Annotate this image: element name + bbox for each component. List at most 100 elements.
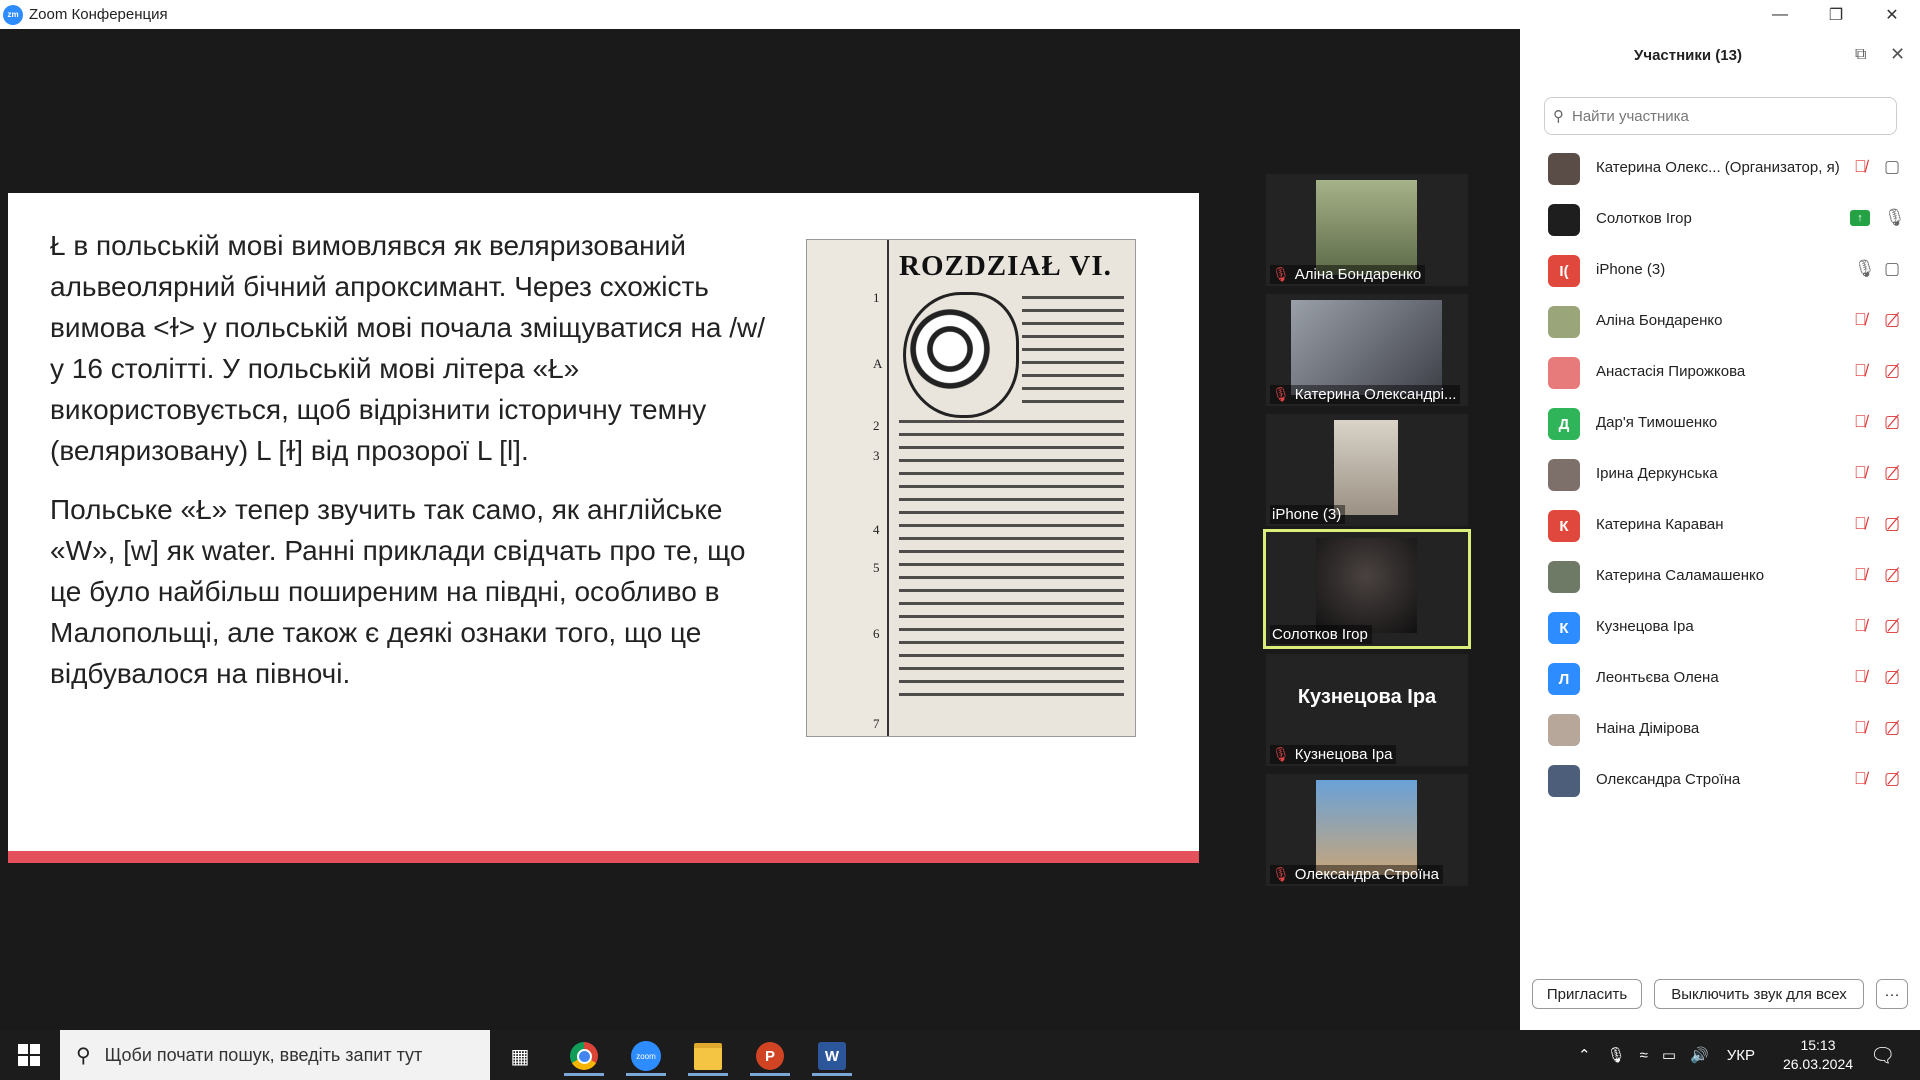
close-icon[interactable]: ✕ — [1864, 0, 1920, 29]
video-tile-active-speaker[interactable]: Солотков Ігор — [1263, 529, 1471, 649]
powerpoint-icon[interactable]: P — [746, 1036, 794, 1076]
video-off-icon[interactable]: ▢̸ — [1884, 616, 1900, 636]
volume-icon[interactable]: 🔊 — [1690, 1046, 1709, 1064]
video-tile[interactable]: iPhone (3) — [1266, 414, 1468, 526]
mic-off-icon[interactable]: 🎙̸ — [1854, 565, 1867, 585]
search-icon: ⚲ — [76, 1044, 91, 1067]
avatar — [1548, 357, 1580, 389]
participant-name: Катерина Саламашенко — [1596, 567, 1765, 584]
taskbar-search[interactable]: ⚲ — [60, 1030, 490, 1080]
clock[interactable]: 15:13 26.03.2024 — [1778, 1036, 1858, 1074]
book-heading: ROZDZIAŁ VI. — [899, 250, 1112, 282]
mic-off-icon: 🎙 — [1272, 866, 1290, 882]
chevron-up-icon[interactable]: ⌃ — [1578, 1046, 1591, 1064]
mic-off-icon[interactable]: 🎙̸ — [1854, 412, 1867, 432]
video-off-icon[interactable]: ▢̸ — [1884, 361, 1900, 381]
file-explorer-icon[interactable] — [684, 1036, 732, 1076]
minimize-icon[interactable]: — — [1752, 0, 1808, 29]
video-off-icon[interactable]: ▢̸ — [1884, 718, 1900, 738]
mic-icon[interactable]: 🎙 — [1884, 208, 1906, 228]
avatar — [1548, 561, 1580, 593]
participant-row[interactable]: I( iPhone (3) 🎙 ▢ — [1520, 245, 1920, 296]
system-tray: ⌃ 🎙 ≈ ▭ 🔊 УКР — [1578, 1030, 1755, 1080]
participant-row[interactable]: Солотков Ігор ↑ 🎙 — [1520, 194, 1920, 245]
video-camera-icon[interactable]: ▢ — [1884, 259, 1900, 279]
video-off-icon[interactable]: ▢̸ — [1884, 412, 1900, 432]
slide-paragraph-2: Польське «Ł» тепер звучить так само, як … — [50, 494, 746, 689]
video-tile[interactable]: 🎙 Катерина Олександрі... — [1266, 294, 1468, 406]
video-camera-icon[interactable]: ▢ — [1884, 157, 1900, 177]
avatar: Л — [1548, 663, 1580, 695]
mic-off-icon: 🎙 — [1272, 746, 1290, 762]
participant-search-input[interactable] — [1570, 106, 1874, 126]
decorated-initial-icon — [903, 292, 1019, 418]
participant-row[interactable]: Д Дар'я Тимошенко 🎙̸ ▢̸ — [1520, 398, 1920, 449]
title-bar: zm Zoom Конференция — ❐ ✕ — [0, 0, 1920, 29]
mic-off-icon[interactable]: 🎙̸ — [1854, 667, 1867, 687]
slide-paragraph-1: Ł в польській мові вимовлявся як веляриз… — [50, 230, 766, 466]
slide-accent-bar — [8, 851, 1199, 863]
mic-off-icon[interactable]: 🎙̸ — [1854, 718, 1867, 738]
participant-video — [1316, 538, 1417, 633]
keyboard-language[interactable]: УКР — [1727, 1047, 1755, 1064]
avatar: К — [1548, 612, 1580, 644]
participant-row[interactable]: Ірина Деркунська 🎙̸ ▢̸ — [1520, 449, 1920, 500]
zoom-app-icon[interactable]: zoom — [622, 1036, 670, 1076]
mic-off-icon[interactable]: 🎙̸ — [1854, 157, 1867, 177]
close-panel-icon[interactable]: ✕ — [1890, 44, 1905, 65]
restore-icon[interactable]: ❐ — [1808, 0, 1864, 29]
taskbar-search-input[interactable] — [102, 1043, 467, 1067]
tile-name: Солотков Ігор — [1272, 626, 1368, 643]
video-off-icon[interactable]: ▢̸ — [1884, 667, 1900, 687]
participant-row[interactable]: Катерина Саламашенко 🎙̸ ▢̸ — [1520, 551, 1920, 602]
mic-off-icon[interactable]: 🎙̸ — [1854, 616, 1867, 636]
notifications-icon[interactable]: 🗨 — [1870, 1030, 1895, 1080]
participant-row[interactable]: Анастасія Пирожкова 🎙̸ ▢̸ — [1520, 347, 1920, 398]
participant-search[interactable]: ⚲ — [1544, 97, 1897, 135]
book-text-lines — [899, 420, 1124, 706]
screen-share-icon: ↑ — [1850, 210, 1870, 226]
more-options-button[interactable]: ··· — [1876, 979, 1908, 1009]
video-off-icon[interactable]: ▢̸ — [1884, 769, 1900, 789]
mic-off-icon: 🎙 — [1272, 386, 1290, 402]
participant-name: Катерина Олекс... (Организатор, я) — [1596, 159, 1840, 176]
panel-title: Участники (13) — [1634, 47, 1742, 64]
avatar: К — [1548, 510, 1580, 542]
participant-row[interactable]: Наіна Дімірова 🎙̸ ▢̸ — [1520, 704, 1920, 755]
task-view-icon[interactable]: ▦ — [496, 1036, 544, 1076]
invite-button[interactable]: Пригласить — [1532, 979, 1642, 1009]
video-off-icon[interactable]: ▢̸ — [1884, 565, 1900, 585]
mic-icon[interactable]: 🎙 — [1607, 1046, 1626, 1064]
participant-row[interactable]: Л Леонтьєва Олена 🎙̸ ▢̸ — [1520, 653, 1920, 704]
avatar — [1548, 306, 1580, 338]
video-tile[interactable]: 🎙 Аліна Бондаренко — [1266, 174, 1468, 286]
mic-off-icon[interactable]: 🎙̸ — [1854, 310, 1867, 330]
participant-row[interactable]: К Катерина Караван 🎙̸ ▢̸ — [1520, 500, 1920, 551]
participants-panel: Участники (13) ⧉ ✕ ⚲ Катерина Олекс... (… — [1520, 29, 1920, 1030]
word-icon[interactable]: W — [808, 1036, 856, 1076]
video-tile[interactable]: 🎙 Олександра Строїна — [1266, 774, 1468, 886]
mic-off-icon[interactable]: 🎙̸ — [1854, 514, 1867, 534]
mic-off-icon[interactable]: 🎙̸ — [1854, 361, 1867, 381]
wifi-icon[interactable]: ≈ — [1640, 1047, 1648, 1064]
participant-row[interactable]: Аліна Бондаренко 🎙̸ ▢̸ — [1520, 296, 1920, 347]
popout-icon[interactable]: ⧉ — [1855, 46, 1866, 64]
participant-row[interactable]: Олександра Строїна 🎙̸ ▢̸ — [1520, 755, 1920, 806]
chrome-icon[interactable] — [560, 1036, 608, 1076]
video-off-icon[interactable]: ▢̸ — [1884, 310, 1900, 330]
mute-all-button[interactable]: Выключить звук для всех — [1654, 979, 1864, 1009]
mic-off-icon[interactable]: 🎙̸ — [1854, 769, 1867, 789]
tile-big-label: Кузнецова Іра — [1297, 686, 1437, 708]
participant-row[interactable]: Катерина Олекс... (Организатор, я) 🎙̸ ▢ — [1520, 143, 1920, 194]
window-title: Zoom Конференция — [29, 6, 168, 23]
mic-icon[interactable]: 🎙 — [1854, 259, 1876, 279]
video-tile[interactable]: Кузнецова Іра 🎙 Кузнецова Іра — [1266, 654, 1468, 766]
battery-icon[interactable]: ▭ — [1662, 1046, 1676, 1064]
book-margin — [807, 240, 889, 736]
windows-start-icon[interactable] — [18, 1044, 40, 1066]
participant-row[interactable]: К Кузнецова Іра 🎙̸ ▢̸ — [1520, 602, 1920, 653]
taskbar: ⚲ ▦ zoom P W ⌃ 🎙 ≈ ▭ 🔊 УКР 15:13 26.03.2… — [0, 1030, 1920, 1080]
video-off-icon[interactable]: ▢̸ — [1884, 514, 1900, 534]
mic-off-icon[interactable]: 🎙̸ — [1854, 463, 1867, 483]
video-off-icon[interactable]: ▢̸ — [1884, 463, 1900, 483]
